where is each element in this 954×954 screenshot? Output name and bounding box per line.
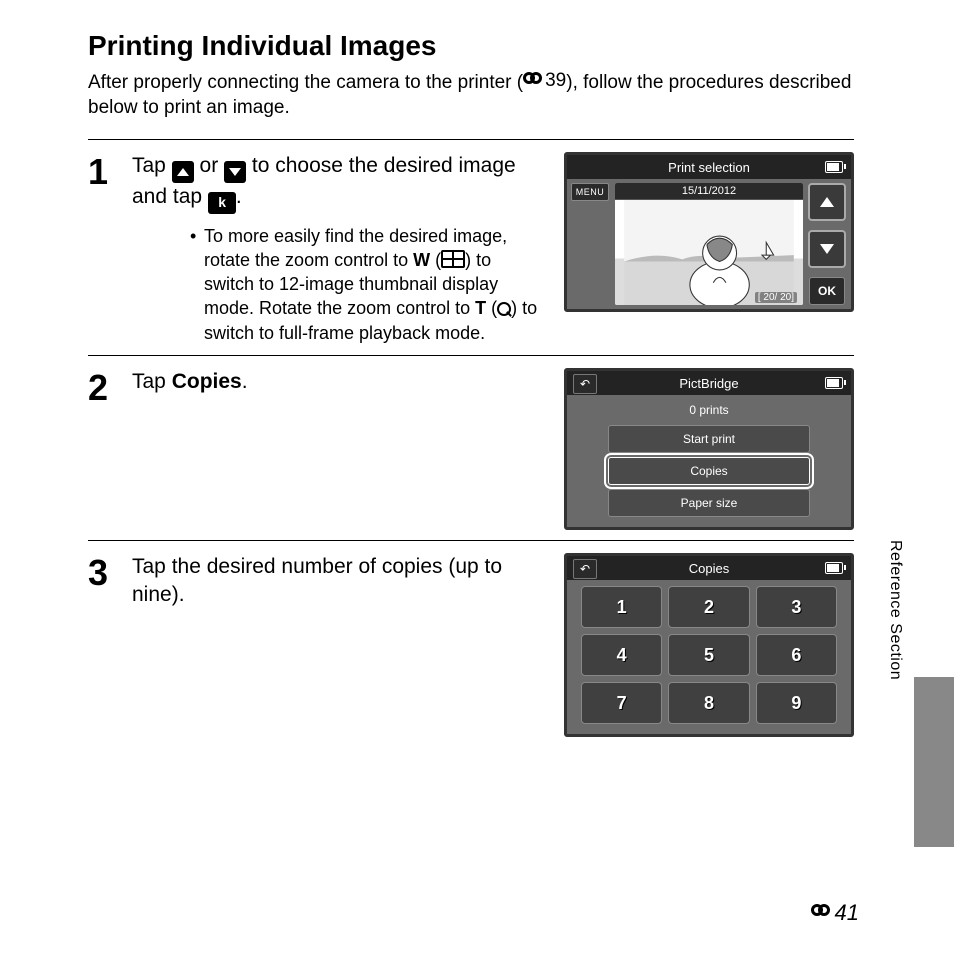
back-arrow-icon: ↶	[580, 562, 590, 576]
section-ref: 39	[523, 68, 566, 94]
lcd2-titlebar: ↶ PictBridge	[567, 371, 851, 395]
up-arrow-icon	[172, 161, 194, 183]
step-3-number: 3	[88, 555, 114, 591]
down-arrow-icon	[224, 161, 246, 183]
numkey-8[interactable]: 8	[668, 682, 749, 724]
step-2-number: 2	[88, 370, 114, 406]
side-label: Reference Section	[886, 540, 904, 680]
numkey-1[interactable]: 1	[581, 586, 662, 628]
lcd1-title: Print selection	[668, 160, 750, 175]
intro-text: After properly connecting the camera to …	[88, 68, 854, 121]
separator	[88, 139, 854, 140]
lcd1-titlebar: Print selection	[567, 155, 851, 179]
ok-icon: k	[208, 192, 236, 214]
step-2: 2 Tap Copies. ↶ PictBridge 0 prints Star…	[88, 368, 854, 530]
sample-drawing	[615, 200, 803, 305]
lcd-pictbridge: ↶ PictBridge 0 prints Start print Copies…	[564, 368, 854, 530]
lcd3-title: Copies	[689, 561, 729, 576]
menu-copies[interactable]: Copies	[608, 457, 810, 485]
step-1-number: 1	[88, 154, 114, 190]
menu-paper-size[interactable]: Paper size	[608, 489, 810, 517]
date-label: 15/11/2012	[615, 183, 803, 200]
side-tab	[914, 677, 954, 847]
thumbnail-icon	[441, 250, 465, 268]
separator	[88, 540, 854, 541]
step-1-instruction: Tap or to choose the desired image and t…	[132, 152, 544, 213]
numkey-5[interactable]: 5	[668, 634, 749, 676]
menu-button[interactable]: MENU	[571, 183, 609, 201]
back-button[interactable]: ↶	[573, 559, 597, 579]
step-1: 1 Tap or to choose the desired image and…	[88, 152, 854, 345]
numkey-4[interactable]: 4	[581, 634, 662, 676]
prints-count: 0 prints	[583, 403, 835, 417]
separator	[88, 355, 854, 356]
page-number: 41	[811, 900, 859, 926]
step-1-bullet: To more easily find the desired image, r…	[150, 224, 544, 345]
lcd-print-selection: Print selection MENU 15/11/2012	[564, 152, 854, 312]
menu-start-print[interactable]: Start print	[608, 425, 810, 453]
numkey-9[interactable]: 9	[756, 682, 837, 724]
step-3-instruction: Tap the desired number of copies (up to …	[132, 553, 544, 610]
lcd3-titlebar: ↶ Copies	[567, 556, 851, 580]
magnifier-icon	[497, 302, 511, 316]
battery-icon	[825, 161, 843, 173]
intro-a: After properly connecting the camera to …	[88, 72, 523, 93]
image-preview: 15/11/2012	[615, 183, 803, 305]
back-arrow-icon: ↶	[580, 377, 590, 391]
numkey-2[interactable]: 2	[668, 586, 749, 628]
lcd-copies-numpad: ↶ Copies 1 2 3 4 5 6 7 8 9	[564, 553, 854, 737]
lcd-down-button[interactable]	[808, 230, 846, 268]
step-3: 3 Tap the desired number of copies (up t…	[88, 553, 854, 737]
interlock-icon	[523, 74, 545, 88]
lcd-ok-button[interactable]: OK	[809, 277, 845, 305]
page-title: Printing Individual Images	[88, 30, 854, 62]
numkey-7[interactable]: 7	[581, 682, 662, 724]
back-button[interactable]: ↶	[573, 374, 597, 394]
battery-icon	[825, 562, 843, 574]
numpad: 1 2 3 4 5 6 7 8 9	[581, 586, 837, 724]
numkey-6[interactable]: 6	[756, 634, 837, 676]
lcd2-title: PictBridge	[679, 376, 738, 391]
image-counter: [ 20/ 20]	[755, 292, 797, 303]
step-2-instruction: Tap Copies.	[132, 368, 544, 396]
section-ref-num: 39	[545, 68, 566, 94]
numkey-3[interactable]: 3	[756, 586, 837, 628]
interlock-icon	[811, 906, 833, 920]
battery-icon	[825, 377, 843, 389]
lcd-up-button[interactable]	[808, 183, 846, 221]
